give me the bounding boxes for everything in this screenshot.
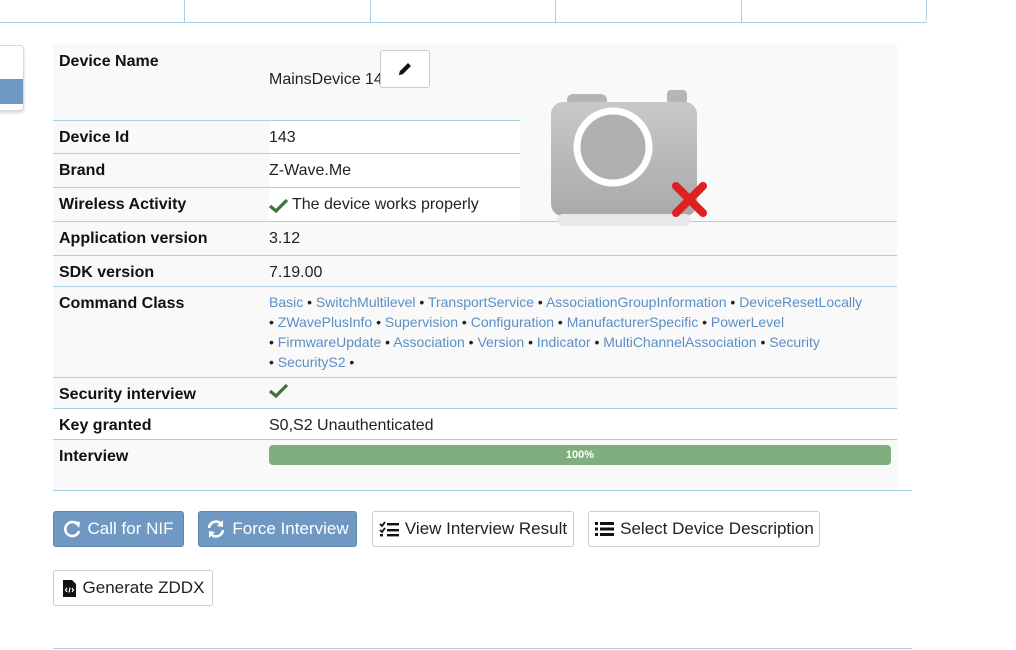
command-class-link[interactable]: Indicator (537, 334, 591, 350)
command-class-list: Basic • SwitchMultilevel • TransportServ… (269, 292, 889, 372)
view-interview-result-button[interactable]: View Interview Result (372, 511, 574, 547)
command-class-link[interactable]: AssociationGroupInformation (546, 294, 727, 310)
tab-1[interactable] (0, 0, 186, 22)
separator-bullet: • (464, 334, 478, 350)
row-device-id: Device Id 143 (53, 120, 520, 154)
side-menu[interactable] (0, 45, 24, 111)
interview-progress-bar: 100% (269, 445, 891, 465)
row-label: Wireless Activity (59, 196, 187, 213)
call-nif-label: Call for NIF (87, 519, 174, 538)
row-security-interview: Security interview (53, 377, 897, 409)
command-class-link[interactable]: SwitchMultilevel (316, 294, 416, 310)
side-menu-active-item[interactable] (0, 79, 23, 104)
tab-3[interactable] (371, 0, 557, 22)
wireless-activity-value: The device works properly (269, 196, 479, 214)
security-interview-value (268, 383, 289, 403)
command-class-link[interactable]: TransportService (428, 294, 534, 310)
device-info-panel: Device Name MainsDevice 143 Device Id 14… (53, 44, 897, 490)
camera-missing-icon (551, 90, 707, 226)
call-nif-button[interactable]: Call for NIF (53, 511, 184, 547)
generate-zddx-button[interactable]: Generate ZDDX (53, 570, 213, 606)
command-class-link[interactable]: ManufacturerSpecific (567, 314, 699, 330)
device-id-value: 143 (269, 129, 296, 146)
separator-bullet: • (590, 334, 604, 350)
command-class-link[interactable]: Supervision (385, 314, 458, 330)
pencil-icon (399, 63, 411, 75)
separator-bullet: • (534, 294, 546, 310)
divider-bottom (53, 648, 912, 649)
separator-bullet: • (269, 314, 278, 330)
force-interview-label: Force Interview (232, 519, 349, 538)
row-label: Key granted (59, 417, 152, 434)
generate-zddx-label: Generate ZDDX (82, 578, 205, 597)
device-name-value: MainsDevice 143 (269, 71, 392, 88)
application-version-value: 3.12 (269, 230, 301, 247)
command-class-link[interactable]: PowerLevel (711, 314, 784, 330)
command-class-link[interactable]: Version (477, 334, 524, 350)
row-label: Device Id (59, 129, 130, 146)
separator-bullet: • (698, 314, 711, 330)
command-class-link[interactable]: DeviceResetLocally (739, 294, 862, 310)
separator-bullet: • (726, 294, 740, 310)
separator-bullet: • (756, 334, 770, 350)
row-label: Security interview (59, 386, 196, 403)
row-key-granted: Key granted S0,S2 Unauthenticated (53, 408, 897, 440)
command-class-link[interactable]: FirmwareUpdate (278, 334, 381, 350)
tab-5[interactable] (742, 0, 928, 22)
command-class-link[interactable]: Security (769, 334, 820, 350)
tab-4[interactable] (556, 0, 742, 22)
separator-bullet: • (381, 334, 394, 350)
command-class-link[interactable]: MultiChannelAssociation (603, 334, 756, 350)
sync-icon (208, 520, 225, 538)
sdk-version-value: 7.19.00 (269, 264, 323, 281)
separator-bullet: • (372, 314, 385, 330)
wireless-activity-text: The device works properly (292, 196, 479, 213)
row-label: Interview (59, 448, 129, 465)
row-command-class: Command Class Basic • SwitchMultilevel •… (53, 286, 897, 378)
checkmark-icon (269, 198, 288, 213)
view-interview-result-label: View Interview Result (404, 519, 568, 538)
command-class-link[interactable]: Basic (269, 294, 303, 310)
select-device-description-button[interactable]: Select Device Description (588, 511, 820, 547)
list-icon (595, 522, 615, 536)
separator-bullet: • (415, 294, 428, 310)
separator-bullet: • (269, 334, 278, 350)
row-application-version: Application version 3.12 (53, 221, 897, 256)
row-label: Device Name (59, 53, 159, 70)
divider-top (53, 490, 912, 491)
row-device-name: Device Name MainsDevice 143 (53, 44, 897, 120)
row-label: Application version (59, 230, 208, 247)
interview-progress: 100% (269, 445, 891, 465)
tab-2[interactable] (185, 0, 371, 22)
separator-bullet: • (458, 314, 471, 330)
brand-value: Z-Wave.Me (269, 162, 352, 179)
row-label: Command Class (59, 295, 185, 312)
row-label: SDK version (59, 264, 155, 281)
edit-name-button[interactable] (380, 50, 430, 88)
force-interview-button[interactable]: Force Interview (198, 511, 357, 547)
top-tab-strip (0, 0, 928, 23)
separator-bullet: • (269, 354, 278, 370)
command-class-link[interactable]: Configuration (471, 314, 554, 330)
separator-bullet: • (303, 294, 316, 310)
separator-bullet: • (345, 354, 355, 370)
separator-bullet: • (554, 314, 567, 330)
command-class-link[interactable]: Association (393, 334, 465, 350)
command-class-link[interactable]: ZWavePlusInfo (278, 314, 372, 330)
row-sdk-version: SDK version 7.19.00 (53, 255, 897, 287)
separator-bullet: • (524, 334, 537, 350)
command-class-link[interactable]: SecurityS2 (278, 354, 346, 370)
refresh-icon (63, 520, 80, 538)
select-device-description-label: Select Device Description (620, 519, 814, 538)
row-label: Brand (59, 162, 106, 179)
row-wireless-activity: Wireless Activity The device works prope… (53, 187, 520, 221)
checklist-icon (379, 521, 399, 537)
code-file-icon (62, 579, 76, 597)
checkmark-icon (268, 383, 289, 399)
key-granted-value: S0,S2 Unauthenticated (269, 417, 434, 434)
row-brand: Brand Z-Wave.Me (53, 153, 520, 187)
